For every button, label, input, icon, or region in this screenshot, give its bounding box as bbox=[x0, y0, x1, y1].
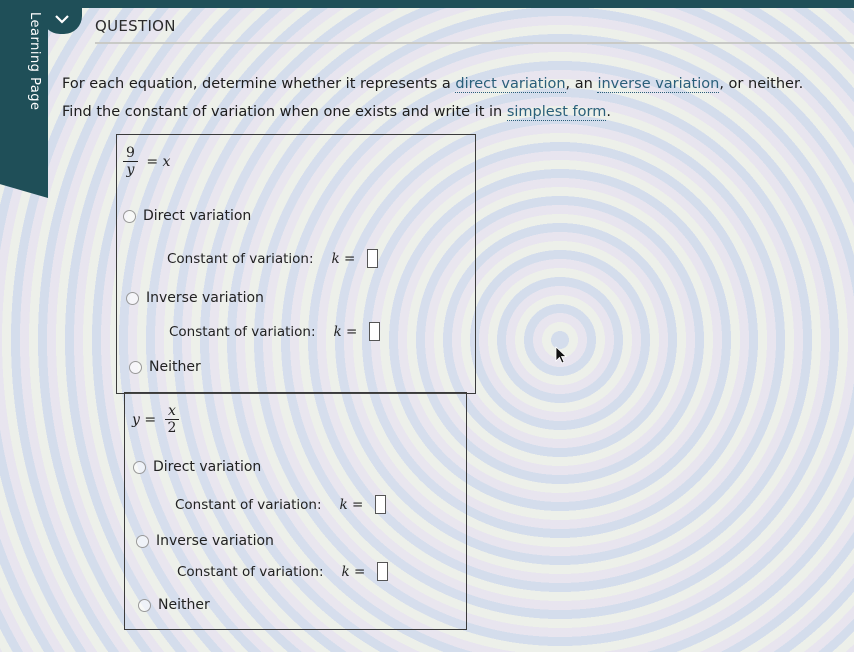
problem-2-equation: y = x 2 bbox=[132, 403, 180, 436]
problem-1-direct-constant: Constant of variation: k = bbox=[167, 249, 379, 268]
radio-button[interactable] bbox=[126, 291, 139, 305]
problem-2-neither-option[interactable]: Neither bbox=[138, 597, 210, 613]
k-label: k = bbox=[333, 323, 358, 340]
fraction-numerator: 9 bbox=[123, 145, 138, 162]
radio-button[interactable] bbox=[138, 598, 151, 612]
instruction-text: . bbox=[606, 104, 611, 120]
k-answer-input[interactable] bbox=[369, 322, 381, 341]
problem-1-direct-option[interactable]: Direct variation bbox=[123, 208, 251, 224]
equation-lhs: y = bbox=[132, 411, 157, 428]
option-label: Neither bbox=[149, 359, 201, 375]
k-label: k = bbox=[341, 563, 366, 580]
fraction-denominator: 2 bbox=[167, 420, 177, 436]
option-label: Direct variation bbox=[143, 208, 252, 224]
learning-page-label: Learning Page bbox=[27, 12, 42, 111]
equation-fraction: 9 y bbox=[123, 145, 138, 178]
radio-button[interactable] bbox=[133, 460, 146, 474]
mouse-cursor-icon bbox=[555, 346, 567, 364]
k-label: k = bbox=[331, 250, 356, 267]
problem-1-neither-option[interactable]: Neither bbox=[129, 359, 201, 375]
option-label: Inverse variation bbox=[146, 290, 264, 306]
equation-rhs: = x bbox=[146, 153, 171, 170]
constant-label: Constant of variation: bbox=[177, 563, 324, 580]
instruction-line-2: Find the constant of variation when one … bbox=[62, 104, 611, 121]
constant-label: Constant of variation: bbox=[169, 323, 316, 340]
instruction-text: , an bbox=[565, 76, 598, 92]
k-label: k = bbox=[339, 496, 364, 513]
collapse-button[interactable] bbox=[42, 4, 82, 34]
simplest-form-link[interactable]: simplest form bbox=[506, 104, 607, 121]
fraction-numerator: x bbox=[164, 403, 180, 420]
problem-1-inverse-constant: Constant of variation: k = bbox=[169, 322, 381, 341]
problem-2-inverse-option[interactable]: Inverse variation bbox=[136, 533, 274, 549]
instruction-text: , or neither. bbox=[719, 76, 804, 92]
top-bar bbox=[0, 0, 854, 8]
k-answer-input[interactable] bbox=[377, 562, 389, 581]
option-label: Inverse variation bbox=[156, 533, 274, 549]
header-divider bbox=[95, 42, 854, 44]
problem-2-panel: y = x 2 Direct variation Constant of var… bbox=[124, 392, 467, 630]
radio-button[interactable] bbox=[129, 360, 142, 374]
problem-1-inverse-option[interactable]: Inverse variation bbox=[126, 290, 264, 306]
inverse-variation-link[interactable]: inverse variation bbox=[597, 76, 720, 93]
instruction-line-1: For each equation, determine whether it … bbox=[62, 76, 804, 93]
instruction-text: Find the constant of variation when one … bbox=[62, 104, 507, 120]
option-label: Direct variation bbox=[153, 459, 262, 475]
problem-2-inverse-constant: Constant of variation: k = bbox=[177, 562, 389, 581]
fraction-denominator: y bbox=[126, 162, 135, 178]
direct-variation-link[interactable]: direct variation bbox=[455, 76, 566, 93]
constant-label: Constant of variation: bbox=[167, 250, 314, 267]
problem-2-direct-option[interactable]: Direct variation bbox=[133, 459, 261, 475]
question-title: QUESTION bbox=[95, 17, 176, 35]
radio-button[interactable] bbox=[123, 209, 136, 223]
instruction-text: For each equation, determine whether it … bbox=[62, 76, 456, 92]
option-label: Neither bbox=[158, 597, 210, 613]
learning-page-tab[interactable]: Learning Page bbox=[0, 0, 48, 198]
equation-fraction: x 2 bbox=[164, 403, 180, 436]
problem-1-equation: 9 y = x bbox=[123, 145, 170, 178]
problem-1-panel: 9 y = x Direct variation Constant of var… bbox=[116, 134, 476, 394]
constant-label: Constant of variation: bbox=[175, 496, 322, 513]
problem-2-direct-constant: Constant of variation: k = bbox=[175, 495, 387, 514]
radio-button[interactable] bbox=[136, 534, 149, 548]
k-answer-input[interactable] bbox=[375, 495, 387, 514]
chevron-down-icon bbox=[55, 15, 69, 24]
k-answer-input[interactable] bbox=[367, 249, 379, 268]
